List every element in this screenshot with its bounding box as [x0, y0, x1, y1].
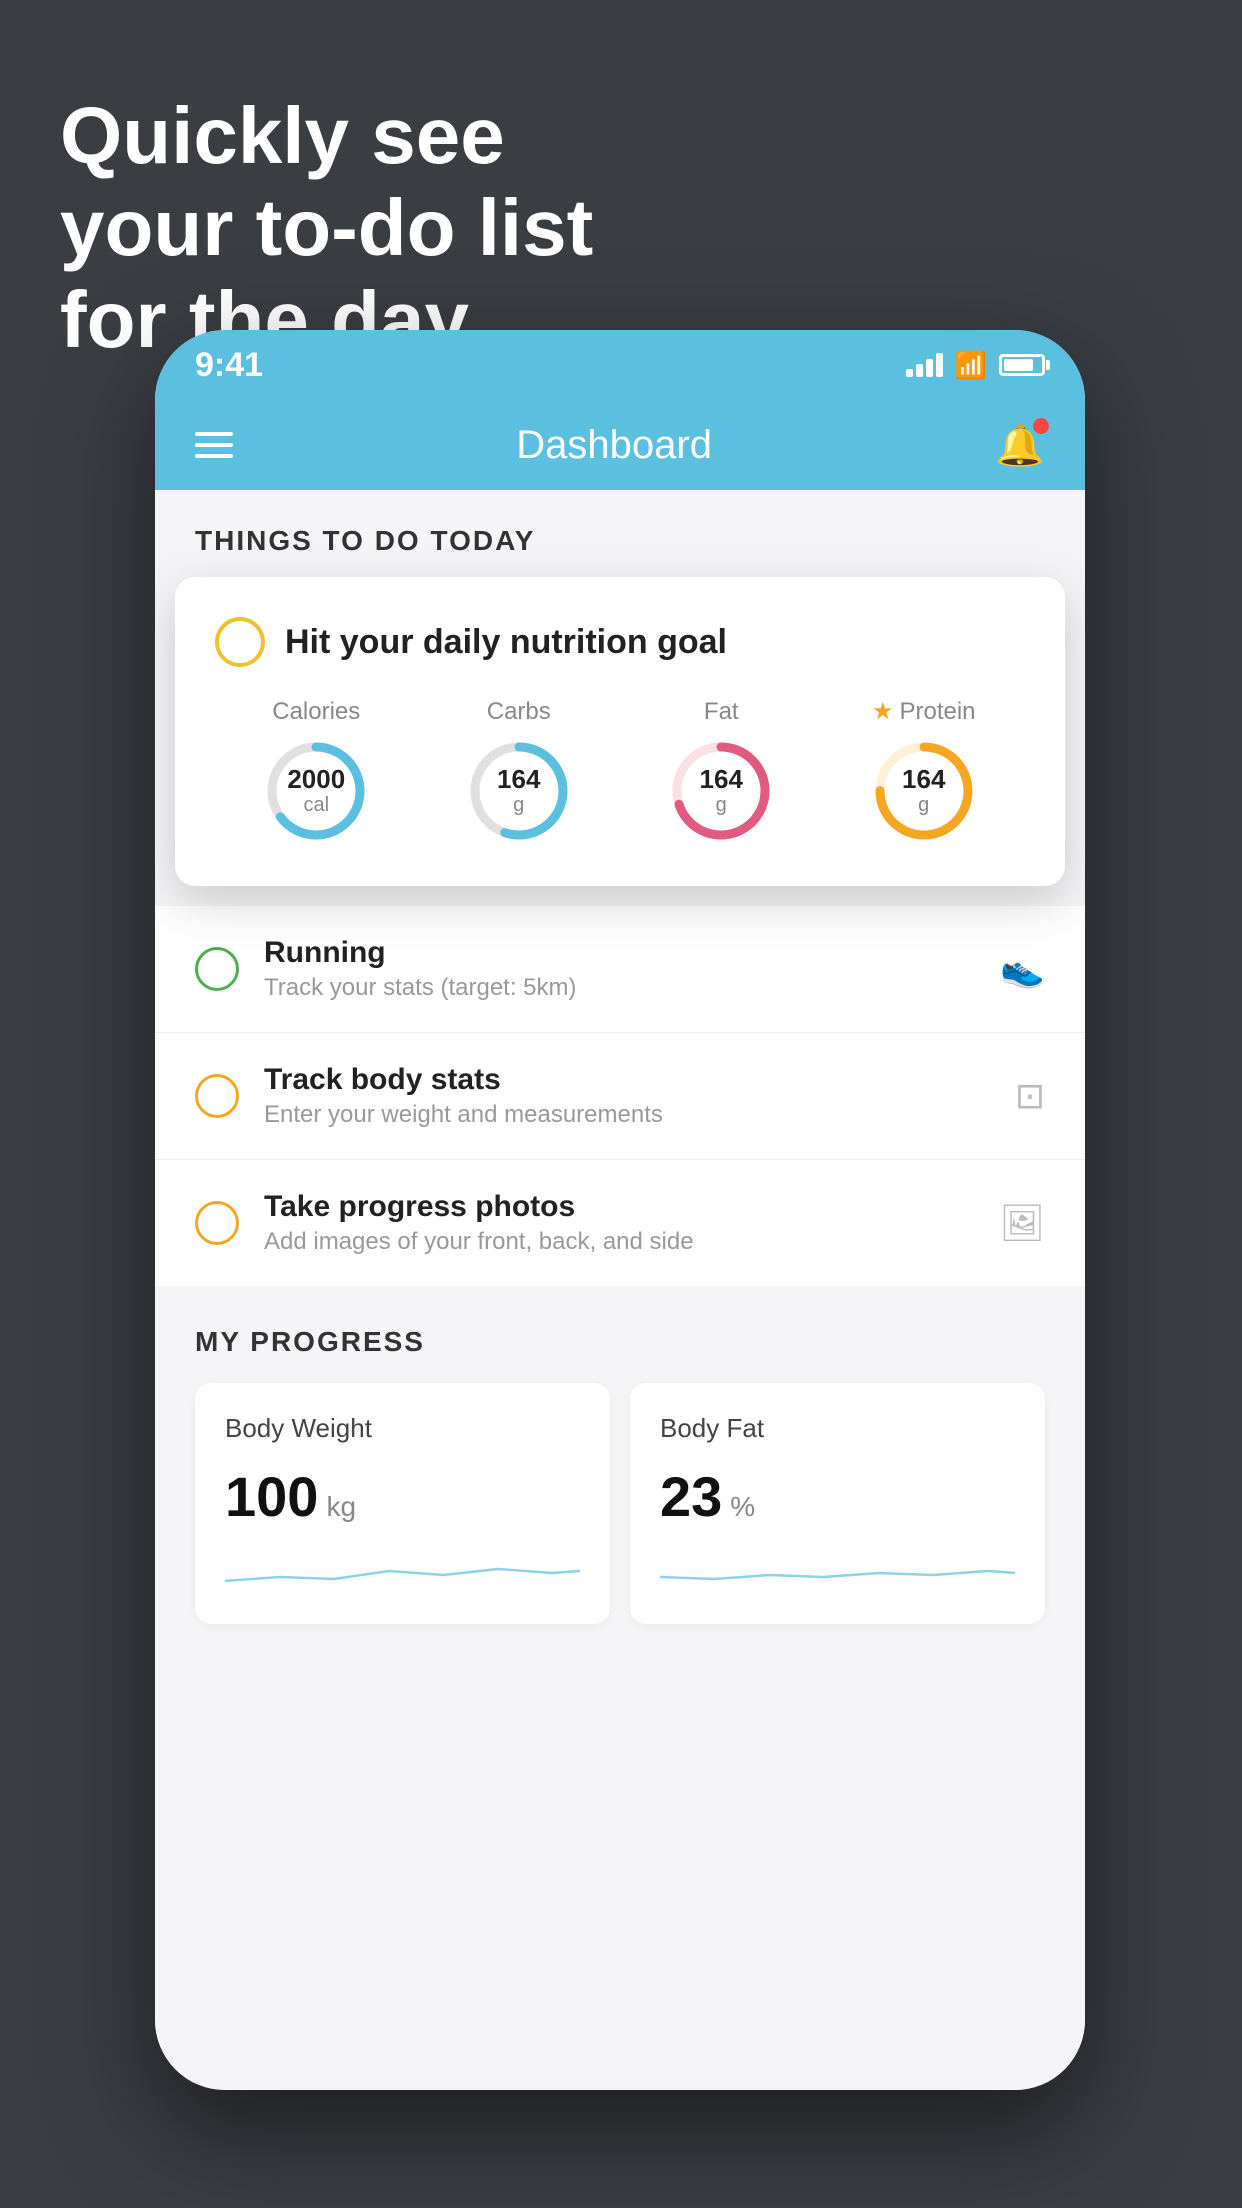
- body-weight-unit: kg: [326, 1491, 356, 1523]
- status-bar: 9:41 📶: [155, 330, 1085, 400]
- things-section-header: THINGS TO DO TODAY: [155, 490, 1085, 577]
- progress-section: MY PROGRESS Body Weight 100 kg Body Fat: [155, 1286, 1085, 1654]
- todo-title-running: Running: [264, 936, 975, 970]
- macro-carbs: Carbs 164 g: [464, 698, 574, 846]
- macro-fat-label: Fat: [704, 698, 739, 726]
- macro-calories-circle: 2000 cal: [261, 736, 371, 846]
- macro-protein-circle: 164 g: [869, 736, 979, 846]
- todo-item-progress-photos[interactable]: Take progress photos Add images of your …: [155, 1160, 1085, 1286]
- status-icons: 📶: [906, 350, 1045, 381]
- todo-circle-running: [195, 947, 239, 991]
- app-header: Dashboard 🔔: [155, 400, 1085, 490]
- body-weight-value-row: 100 kg: [225, 1464, 580, 1529]
- protein-star-icon: ★: [872, 697, 894, 726]
- body-weight-card-title: Body Weight: [225, 1413, 580, 1444]
- nutrition-card-title: Hit your daily nutrition goal: [285, 623, 727, 662]
- macro-protein: ★ Protein 164 g: [869, 697, 979, 846]
- todo-text-progress-photos: Take progress photos Add images of your …: [264, 1190, 974, 1256]
- todo-circle-body-stats: [195, 1074, 239, 1118]
- notification-dot: [1033, 418, 1049, 434]
- progress-cards: Body Weight 100 kg Body Fat 23 %: [195, 1383, 1045, 1624]
- todo-text-body-stats: Track body stats Enter your weight and m…: [264, 1063, 990, 1129]
- nutrition-check-circle[interactable]: [215, 617, 265, 667]
- todo-title-progress-photos: Take progress photos: [264, 1190, 974, 1224]
- app-content: THINGS TO DO TODAY Hit your daily nutrit…: [155, 490, 1085, 2090]
- macro-calories-label: Calories: [272, 698, 360, 726]
- body-fat-card-title: Body Fat: [660, 1413, 1015, 1444]
- menu-button[interactable]: [195, 432, 233, 458]
- nutrition-card: Hit your daily nutrition goal Calories 2…: [175, 577, 1065, 886]
- macro-protein-label: ★ Protein: [872, 697, 976, 726]
- wifi-icon: 📶: [955, 350, 987, 381]
- macro-carbs-label: Carbs: [487, 698, 551, 726]
- progress-card-body-weight[interactable]: Body Weight 100 kg: [195, 1383, 610, 1624]
- phone-frame: 9:41 📶 Dashboard 🔔: [155, 330, 1085, 2090]
- body-fat-value: 23: [660, 1464, 722, 1529]
- hero-text: Quickly see your to-do list for the day.: [60, 90, 593, 366]
- body-weight-value: 100: [225, 1464, 318, 1529]
- notification-bell[interactable]: 🔔: [995, 422, 1045, 469]
- todo-title-body-stats: Track body stats: [264, 1063, 990, 1097]
- progress-section-title: MY PROGRESS: [195, 1326, 1045, 1358]
- macro-calories: Calories 2000 cal: [261, 698, 371, 846]
- todo-item-body-stats[interactable]: Track body stats Enter your weight and m…: [155, 1033, 1085, 1160]
- todo-text-running: Running Track your stats (target: 5km): [264, 936, 975, 1002]
- todo-item-running[interactable]: Running Track your stats (target: 5km) 👟: [155, 906, 1085, 1033]
- progress-card-body-fat[interactable]: Body Fat 23 %: [630, 1383, 1045, 1624]
- signal-icon: [906, 353, 943, 377]
- body-fat-unit: %: [730, 1491, 755, 1523]
- macro-carbs-circle: 164 g: [464, 736, 574, 846]
- nutrition-macros: Calories 2000 cal Carbs: [215, 697, 1025, 846]
- battery-icon: [999, 354, 1045, 376]
- body-weight-chart: [225, 1549, 580, 1589]
- todo-list: Running Track your stats (target: 5km) 👟…: [155, 906, 1085, 1286]
- things-section-title: THINGS TO DO TODAY: [195, 525, 1045, 557]
- body-fat-chart: [660, 1549, 1015, 1589]
- running-shoe-icon: 👟: [1000, 948, 1045, 990]
- todo-circle-progress-photos: [195, 1201, 239, 1245]
- status-time: 9:41: [195, 346, 263, 385]
- todo-subtitle-running: Track your stats (target: 5km): [264, 974, 975, 1002]
- todo-subtitle-progress-photos: Add images of your front, back, and side: [264, 1228, 974, 1256]
- todo-subtitle-body-stats: Enter your weight and measurements: [264, 1101, 990, 1129]
- photo-icon: 🖼: [999, 1202, 1045, 1244]
- macro-fat-circle: 164 g: [666, 736, 776, 846]
- macro-fat: Fat 164 g: [666, 698, 776, 846]
- header-title: Dashboard: [516, 423, 712, 468]
- body-fat-value-row: 23 %: [660, 1464, 1015, 1529]
- scale-icon: ⊡: [1015, 1075, 1045, 1117]
- nutrition-card-header: Hit your daily nutrition goal: [215, 617, 1025, 667]
